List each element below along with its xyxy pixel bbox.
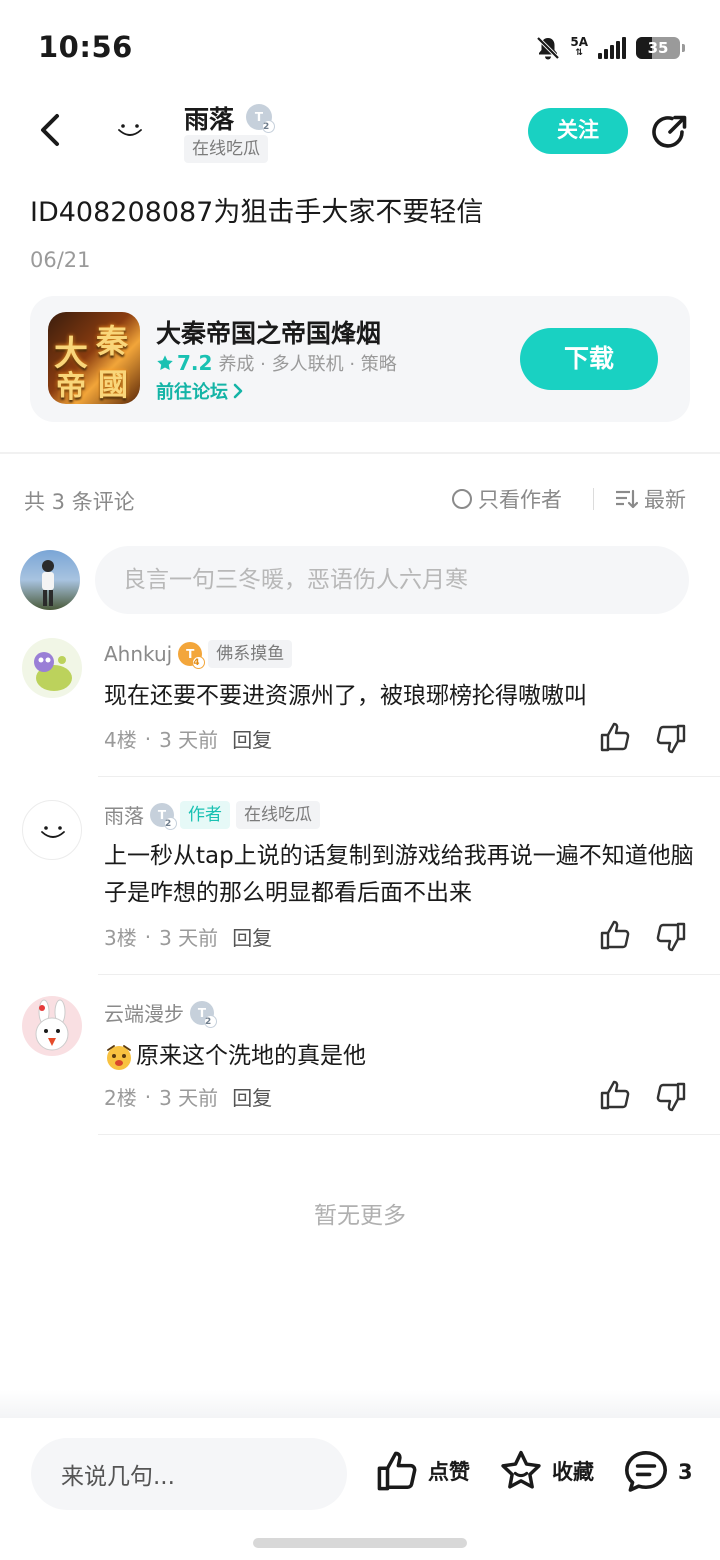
signal-icon: [598, 37, 626, 59]
bottom-bar-shadow: [0, 1390, 720, 1418]
author-badge: 作者: [180, 800, 230, 829]
comment-separator: [98, 776, 720, 777]
battery-icon: 35: [636, 37, 685, 59]
download-button[interactable]: 下载: [520, 328, 658, 390]
comment-time: 3 天前: [159, 1086, 219, 1110]
commenter-name[interactable]: 云端漫步: [104, 998, 184, 1027]
star-icon: [501, 1450, 541, 1489]
commenter-name-row: Ahnkuj T4 佛系摸鱼: [104, 640, 293, 669]
back-arrow-icon[interactable]: [30, 108, 74, 152]
forum-link[interactable]: 前往论坛: [156, 378, 244, 404]
share-icon[interactable]: [648, 110, 692, 154]
comment-item: Ahnkuj T4 佛系摸鱼 现在还要不要进资源州了，被琅琊榜抡得嗷嗷叫 4楼 …: [0, 636, 720, 778]
section-divider: [0, 452, 720, 454]
network-type: 5A ⇅: [570, 35, 588, 58]
commenter-avatar[interactable]: [22, 638, 82, 698]
no-more-label: 暂无更多: [314, 1203, 406, 1229]
commenter-name[interactable]: 雨落: [104, 800, 144, 829]
comment-time: 3 天前: [159, 728, 219, 752]
comment-separator: [98, 1134, 720, 1135]
follow-button[interactable]: 关注: [528, 108, 628, 154]
status-bar: 10:56 5A ⇅ 35: [0, 0, 720, 96]
commenter-avatar[interactable]: [22, 996, 82, 1056]
comment-meta: 2楼 · 3 天前 回复: [104, 1082, 272, 1111]
sort-icon: [616, 489, 638, 509]
status-icons: 5A ⇅ 35: [536, 33, 685, 63]
level-badge-icon: T2: [246, 104, 275, 133]
game-rating: 7.2: [156, 351, 212, 375]
home-indicator[interactable]: [253, 1538, 467, 1548]
game-name[interactable]: 大秦帝国之帝国烽烟: [156, 314, 381, 350]
thumbs-up-icon[interactable]: [598, 918, 632, 952]
comment-input[interactable]: [95, 546, 689, 614]
radio-icon[interactable]: [452, 489, 472, 509]
thumbs-up-icon[interactable]: [598, 1078, 632, 1112]
commenter-name-row: 雨落 T2 作者 在线吃瓜: [104, 800, 320, 830]
reply-input[interactable]: 来说几句...: [31, 1438, 347, 1510]
sort-toggle[interactable]: 最新: [614, 484, 686, 514]
status-time: 10:56: [38, 30, 133, 64]
comment-item: 云端漫步 T2 原来这个洗地的真是他 2楼 · 3 天前 回复: [0, 994, 720, 1136]
post-title: ID408208087为狙击手大家不要轻信: [30, 197, 484, 228]
reply-button[interactable]: 回复: [232, 1082, 272, 1111]
only-author-toggle[interactable]: 只看作者: [452, 484, 562, 514]
data-arrows-icon: ⇅: [575, 48, 583, 58]
comment-text: 上一秒从tap上说的话复制到游戏给我再说一遍不知道他脑子是咋想的那么明显都看后面…: [104, 843, 694, 906]
comment-bubble-icon: [625, 1451, 667, 1492]
favorite-action[interactable]: 收藏: [498, 1448, 594, 1494]
frog-avatar-icon: [34, 652, 72, 691]
thumbs-down-icon[interactable]: [654, 1080, 688, 1114]
comment-item: 雨落 T2 作者 在线吃瓜 上一秒从tap上说的话复制到游戏给我再说一遍不知道他…: [0, 798, 720, 976]
comment-text: 现在还要不要进资源州了，被琅琊榜抡得嗷嗷叫: [104, 683, 587, 709]
author-avatar[interactable]: [100, 100, 160, 160]
header-separator: [593, 488, 594, 510]
commenter-tag: 在线吃瓜: [236, 800, 320, 829]
game-genres: 养成 · 多人联机 · 策略: [218, 354, 397, 375]
commenter-avatar[interactable]: [22, 800, 82, 860]
mute-bell-icon: [536, 36, 560, 60]
my-avatar[interactable]: [20, 550, 80, 610]
commenter-tag: 佛系摸鱼: [208, 640, 293, 668]
post-detail-screen: 10:56 5A ⇅ 35 雨落 T 2 在线吃瓜 关注 ID408208087…: [0, 0, 720, 1560]
comment-meta: 4楼 · 3 天前 回复: [104, 724, 272, 753]
comment-text: 原来这个洗地的真是他: [104, 1038, 694, 1075]
game-meta: 7.2 养成 · 多人联机 · 策略: [156, 350, 397, 376]
comments-action[interactable]: 3: [622, 1448, 693, 1496]
thumbs-up-icon[interactable]: [598, 720, 632, 754]
commenter-name[interactable]: Ahnkuj: [104, 642, 172, 666]
star-icon: [157, 355, 173, 371]
commenter-name-row: 云端漫步 T2: [104, 998, 217, 1028]
person-photo-icon: [42, 560, 54, 606]
thumbs-down-icon[interactable]: [654, 920, 688, 954]
comment-count: 共 3 条评论: [24, 490, 135, 514]
reply-button[interactable]: 回复: [232, 724, 272, 753]
comment-separator: [98, 974, 720, 975]
thumbs-down-icon[interactable]: [654, 722, 688, 756]
bottom-action-bar: 来说几句... 点赞 收藏 3: [0, 1418, 720, 1560]
comment-floor: 3楼: [104, 926, 137, 950]
game-icon[interactable]: 大 秦 帝 國: [48, 312, 140, 404]
game-card[interactable]: 大 秦 帝 國 大秦帝国之帝国烽烟 7.2 养成 · 多人联机 · 策略 前往论…: [30, 296, 690, 422]
chevron-right-icon: [233, 383, 243, 399]
like-action[interactable]: 点赞: [374, 1448, 470, 1494]
level-badge-icon: T2: [150, 802, 177, 830]
author-name[interactable]: 雨落: [184, 100, 234, 136]
comment-meta: 3楼 · 3 天前 回复: [104, 922, 272, 951]
thumbs-up-icon: [377, 1451, 417, 1491]
comment-floor: 2楼: [104, 1086, 137, 1110]
rabbit-avatar-icon: [35, 999, 69, 1051]
author-title-tag: 在线吃瓜: [184, 135, 268, 163]
level-badge-icon: T2: [190, 1000, 217, 1028]
emoji-icon: [107, 1044, 131, 1070]
reply-button[interactable]: 回复: [232, 922, 272, 951]
level-badge-icon: T4: [178, 642, 206, 669]
comment-floor: 4楼: [104, 728, 137, 752]
post-date: 06/21: [30, 248, 91, 272]
smiley-avatar-icon: [41, 826, 65, 838]
comment-time: 3 天前: [159, 926, 219, 950]
